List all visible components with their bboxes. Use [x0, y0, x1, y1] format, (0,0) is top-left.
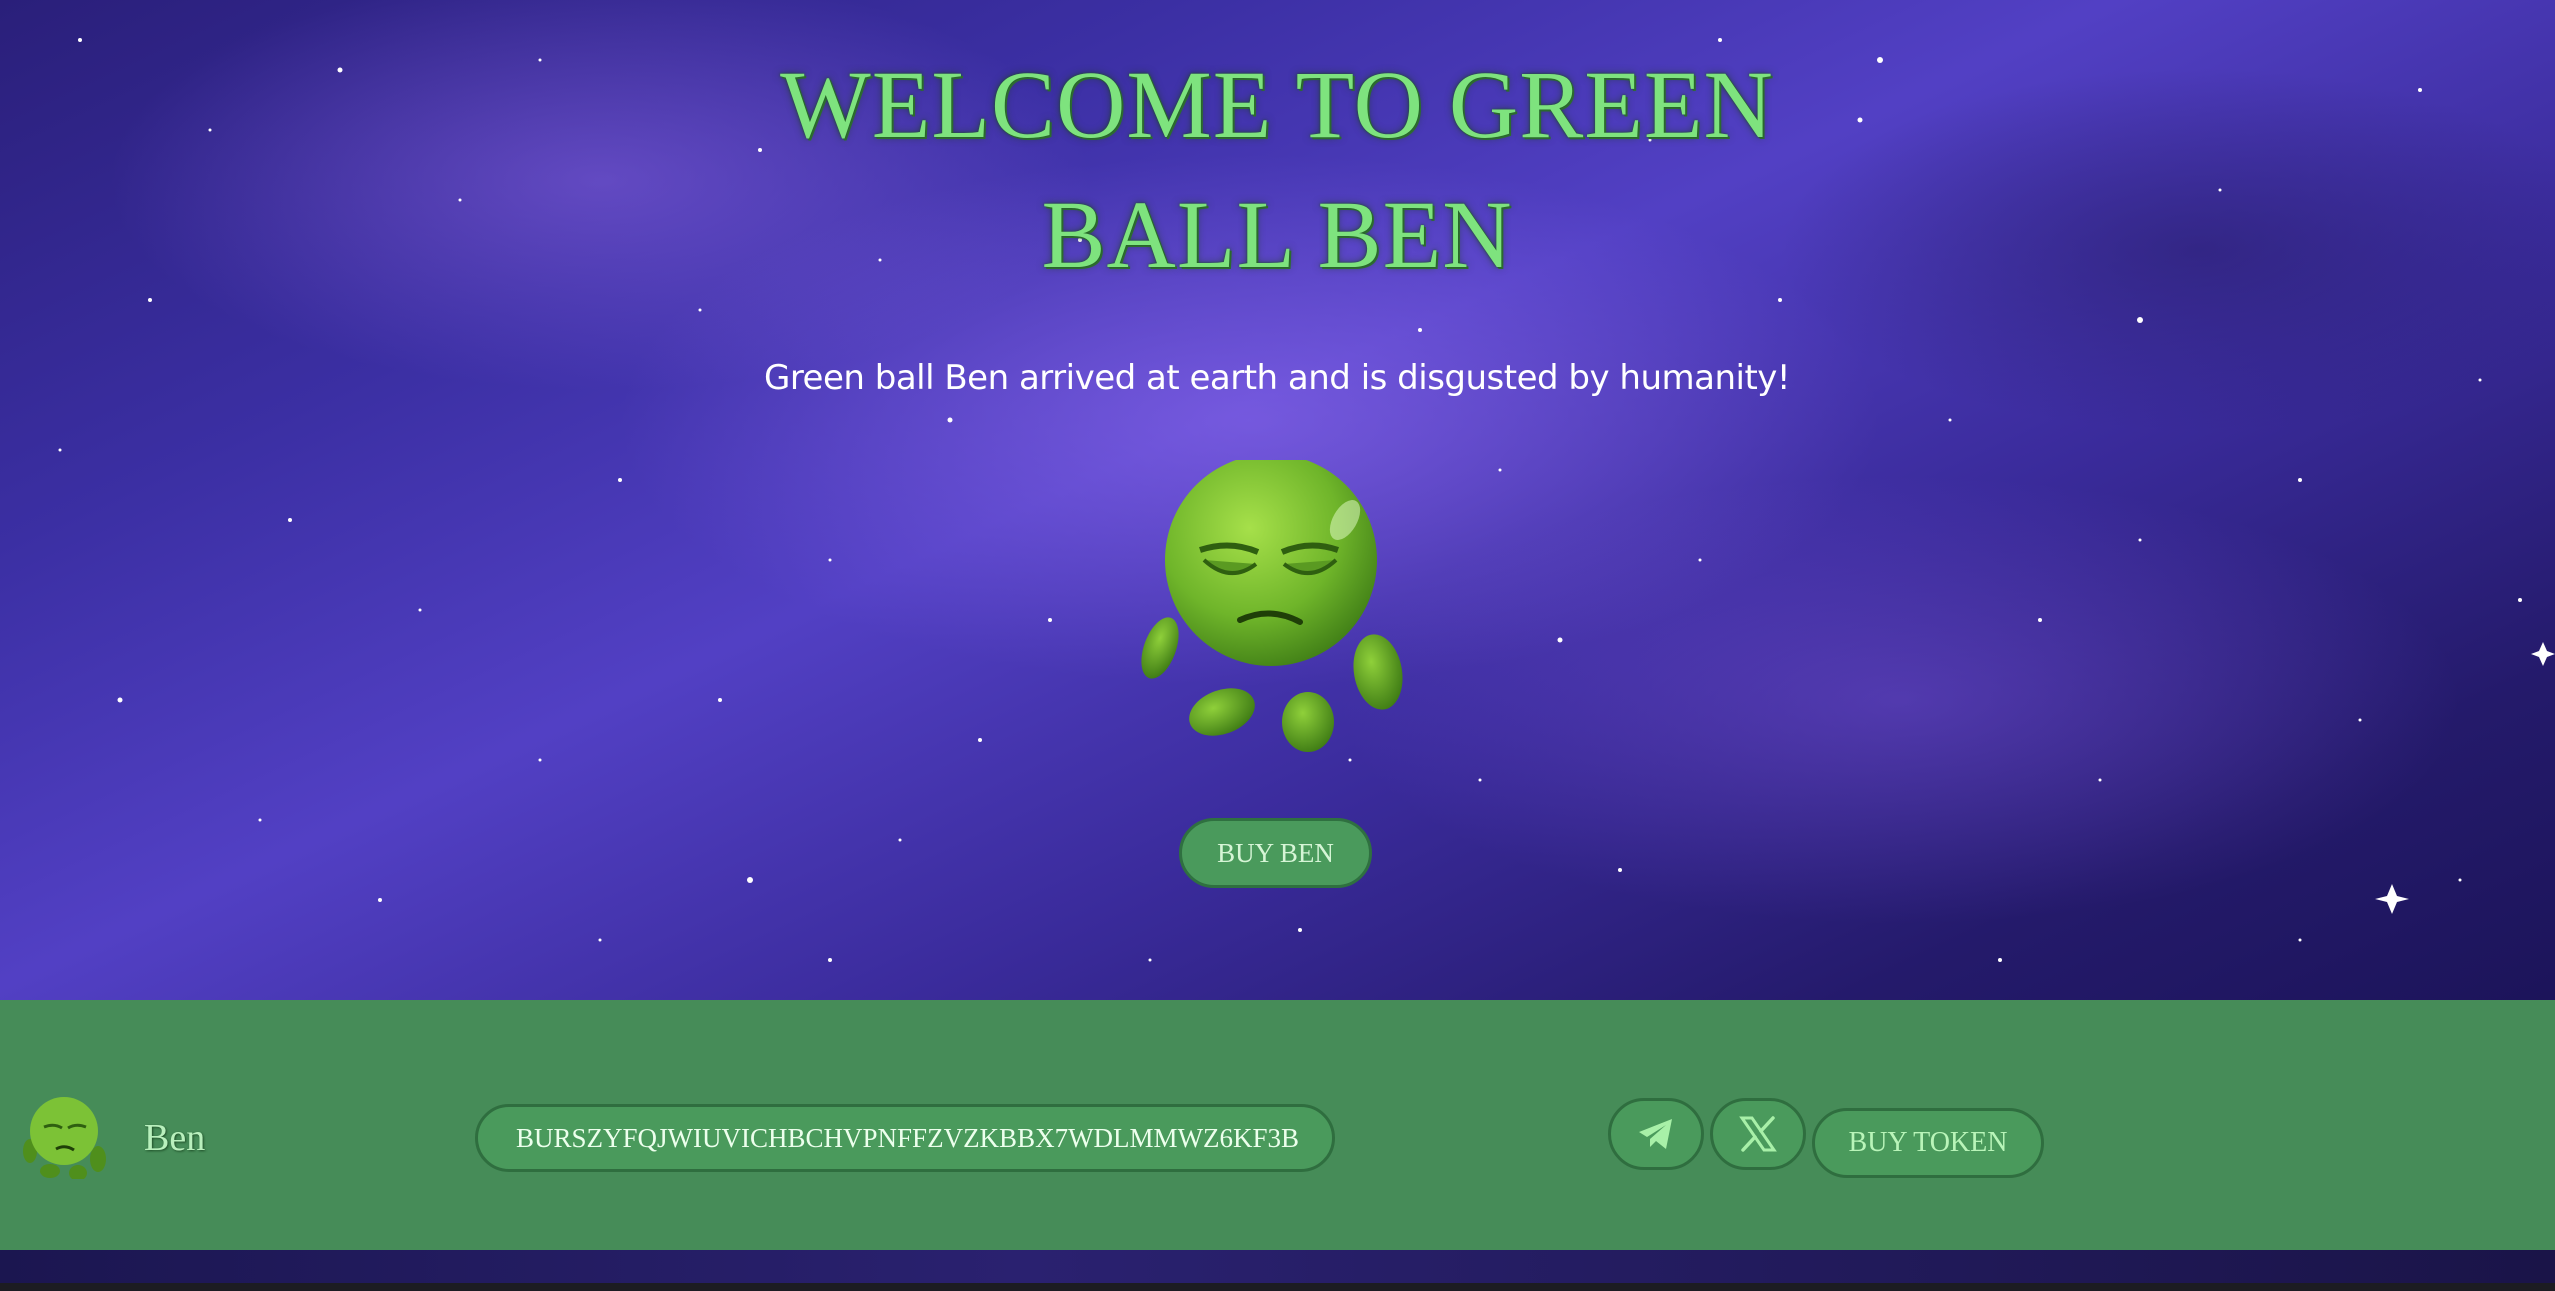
hero-section: WELCOME TO GREEN BALL BEN Green ball Ben…: [0, 0, 2555, 1000]
title-line-1: WELCOME TO GREEN: [780, 51, 1774, 158]
x-icon: [1739, 1116, 1777, 1152]
bottom-edge-bar: [0, 1283, 2555, 1291]
buy-ben-button[interactable]: BUY BEN: [1179, 818, 1372, 888]
telegram-button[interactable]: [1608, 1098, 1704, 1170]
buy-token-button[interactable]: BUY TOKEN: [1812, 1108, 2044, 1178]
title-line-2: BALL BEN: [1041, 181, 1513, 288]
green-ball-ben-image: [1141, 460, 1403, 752]
x-button[interactable]: [1710, 1098, 1806, 1170]
hero-subtitle: Green ball Ben arrived at earth and is d…: [763, 358, 1791, 398]
page-title: WELCOME TO GREEN BALL BEN: [677, 40, 1877, 300]
brand-name: Ben: [144, 1117, 206, 1159]
contract-address-field[interactable]: BURSZYFQJWIUVICHBCHVPNFFZVZKBBX7WDLMMWZ6…: [475, 1104, 1335, 1172]
ben-logo: [23, 1097, 106, 1179]
telegram-icon: [1639, 1119, 1672, 1149]
